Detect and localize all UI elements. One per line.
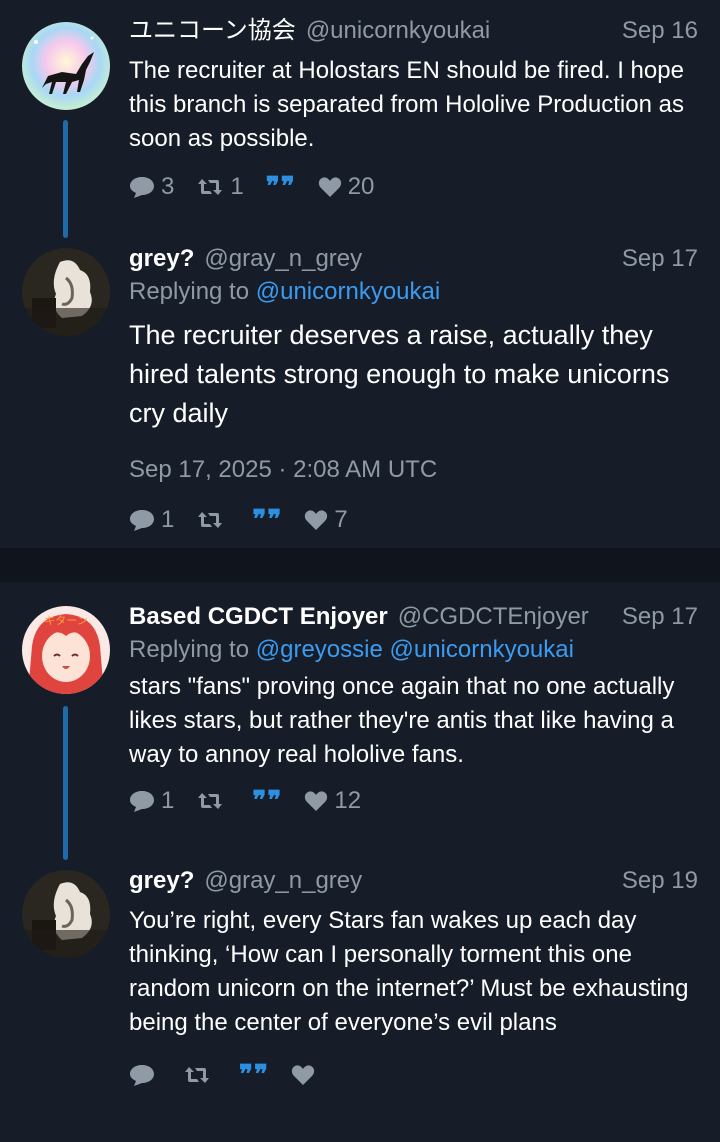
comment-icon: [130, 177, 154, 198]
reply-count: 1: [161, 506, 175, 533]
tweet[interactable]: grey? @gray_n_grey Sep 19 You’re right, …: [0, 852, 720, 1142]
avatar[interactable]: [22, 248, 110, 336]
tweet-text: The recruiter at Holostars EN should be …: [129, 57, 684, 152]
retweet-button[interactable]: [196, 509, 230, 531]
replying-to-label: Replying to: [129, 278, 250, 305]
tweet-text: stars "fans" proving once again that no …: [129, 673, 675, 768]
display-name[interactable]: grey?: [129, 866, 194, 896]
retweet-icon: [198, 179, 223, 195]
tweet-header: grey? @gray_n_grey Sep 19: [129, 866, 698, 896]
reply-count: 1: [161, 787, 175, 814]
username[interactable]: @CGDCTEnjoyer: [398, 602, 589, 632]
tweet-body: ユニコーン協会 @unicornkyoukai Sep 16 The recru…: [129, 16, 698, 202]
username[interactable]: @unicornkyoukai: [306, 16, 490, 46]
replying-to: Replying to @unicornkyoukai: [129, 276, 698, 308]
thread-line: [63, 706, 68, 860]
avatar[interactable]: [22, 870, 110, 958]
heart-icon: [318, 177, 341, 197]
tweet-timestamp[interactable]: Sep 17, 2025 · 2:08 AM UTC: [129, 455, 698, 485]
retweet-icon: [198, 793, 223, 809]
reply-button[interactable]: [129, 1063, 161, 1087]
tweet[interactable]: キターン Based CGDCT Enjoyer @CGDCTEnjoyer S…: [0, 582, 720, 860]
retweet-button[interactable]: 1: [196, 173, 244, 201]
quote-button[interactable]: ❞❞: [252, 505, 282, 535]
svg-text:キターン: キターン: [44, 614, 87, 627]
thread-top: ユニコーン協会 @unicornkyoukai Sep 16 The recru…: [0, 0, 720, 548]
tweet-body: grey? @gray_n_grey Sep 19 You’re right, …: [129, 866, 698, 1090]
thread-bottom: キターン Based CGDCT Enjoyer @CGDCTEnjoyer S…: [0, 582, 720, 1142]
tweet-text: The recruiter deserves a raise, actually…: [129, 320, 670, 428]
comment-icon: [130, 510, 154, 531]
quote-button[interactable]: ❞❞: [266, 172, 296, 202]
mention-link[interactable]: @unicornkyoukai: [256, 278, 440, 305]
replying-to-label: Replying to: [129, 636, 250, 663]
retweet-icon: [198, 512, 223, 528]
display-name[interactable]: ユニコーン協会: [129, 16, 296, 46]
like-button[interactable]: 20: [318, 173, 375, 201]
avatar[interactable]: [22, 22, 110, 110]
avatar[interactable]: キターン: [22, 606, 110, 694]
reply-button[interactable]: 1: [129, 506, 174, 534]
display-name[interactable]: grey?: [129, 244, 194, 274]
display-name[interactable]: Based CGDCT Enjoyer: [129, 602, 388, 632]
like-button[interactable]: 12: [304, 787, 361, 815]
quote-button[interactable]: ❞❞: [252, 786, 282, 816]
like-button[interactable]: 7: [304, 506, 348, 534]
tweet-date[interactable]: Sep 16: [622, 16, 698, 46]
comment-icon: [130, 791, 154, 812]
tweet[interactable]: ユニコーン協会 @unicornkyoukai Sep 16 The recru…: [0, 0, 720, 238]
quote-icon: ❞❞: [239, 1060, 269, 1090]
mention-link[interactable]: @greyossie @unicornkyoukai: [256, 636, 574, 663]
like-count: 20: [347, 173, 375, 200]
tweet-header: ユニコーン協会 @unicornkyoukai Sep 16: [129, 16, 698, 46]
replying-to: Replying to @greyossie @unicornkyoukai: [129, 634, 698, 666]
heart-icon: [305, 791, 328, 811]
tweet-body: Based CGDCT Enjoyer @CGDCTEnjoyer Sep 17…: [129, 602, 698, 816]
comment-icon: [130, 1065, 154, 1086]
tweet-actions: 1 ❞❞ 7: [129, 505, 698, 535]
reply-count: 3: [161, 173, 175, 200]
reply-button[interactable]: 1: [129, 787, 174, 815]
tweet-main[interactable]: grey? @gray_n_grey Sep 17 Replying to @u…: [0, 228, 720, 548]
username[interactable]: @gray_n_grey: [204, 866, 362, 896]
retweet-icon: [185, 1067, 209, 1083]
quote-icon: ❞❞: [252, 505, 283, 535]
retweet-button[interactable]: [196, 790, 230, 812]
thread-separator: [0, 548, 720, 582]
retweet-button[interactable]: [183, 1064, 217, 1086]
tweet-actions: 1 ❞❞ 12: [129, 786, 698, 816]
reply-button[interactable]: 3: [129, 173, 174, 201]
tweet-date[interactable]: Sep 19: [622, 866, 698, 896]
tweet-text: You’re right, every Stars fan wakes up e…: [129, 907, 689, 1036]
tweet-body: grey? @gray_n_grey Sep 17 Replying to @u…: [129, 244, 698, 535]
retweet-count: 1: [230, 173, 244, 200]
thread-line: [63, 120, 68, 238]
heart-icon: [305, 510, 328, 530]
tweet-actions: 3 1 ❞❞ 20: [129, 172, 698, 202]
username[interactable]: @gray_n_grey: [204, 244, 362, 274]
tweet-date[interactable]: Sep 17: [622, 244, 698, 274]
tweet-header: Based CGDCT Enjoyer @CGDCTEnjoyer Sep 17: [129, 602, 698, 632]
quote-icon: ❞❞: [252, 786, 283, 816]
quote-icon: ❞❞: [265, 172, 296, 202]
quote-button[interactable]: ❞❞: [239, 1060, 269, 1090]
like-button[interactable]: [291, 1064, 321, 1086]
tweet-actions: ❞❞: [129, 1060, 698, 1090]
heart-icon: [291, 1065, 315, 1085]
like-count: 12: [334, 787, 362, 814]
tweet-header: grey? @gray_n_grey Sep 17: [129, 244, 698, 274]
tweet-date[interactable]: Sep 17: [622, 602, 698, 632]
like-count: 7: [334, 506, 348, 533]
